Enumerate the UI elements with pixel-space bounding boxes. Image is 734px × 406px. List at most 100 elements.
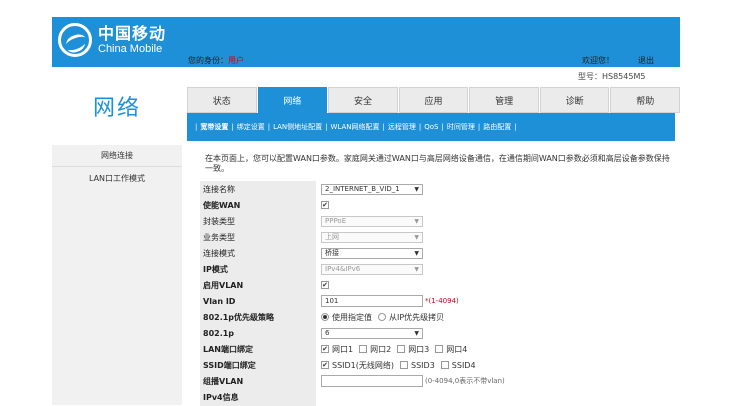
conn-mode-value: 桥接 <box>325 249 339 257</box>
lan-bind-label: LAN端口绑定 <box>203 344 253 354</box>
sub-nav: | 宽带设置 | 绑定设置 | LAN侧地址配置 | WLAN网络配置 | 远程… <box>187 113 675 141</box>
lan-port4-label: 网口4 <box>446 344 468 354</box>
ip-mode-select[interactable]: IPv4&IPv6 ▼ <box>321 263 423 275</box>
ssid3-label: SSID3 <box>411 360 435 370</box>
model-text: 型号：HS8545M5 <box>578 72 646 81</box>
form-row-encap: 封装类型 PPPoE ▼ <box>200 213 680 229</box>
subnav-item-wlan[interactable]: WLAN网络配置 <box>331 122 380 132</box>
encap-type-label: 封装类型 <box>203 216 235 226</box>
encap-type-select[interactable]: PPPoE ▼ <box>321 215 423 227</box>
service-type-label: 业务类型 <box>203 232 235 242</box>
ssid3-checkbox[interactable] <box>400 361 409 369</box>
brand-name-cn: 中国移动 <box>98 23 167 43</box>
tab-security[interactable]: 安全 <box>328 87 398 113</box>
connection-name-select[interactable]: 2_INTERNET_B_VID_1 ▼ <box>321 183 423 195</box>
priority-specified-radio[interactable] <box>321 313 329 321</box>
form-row-priority: 802.1p 6 ▼ <box>200 325 680 341</box>
priority-specified-label: 使用指定值 <box>332 312 372 322</box>
subnav-item-lan-address[interactable]: LAN侧地址配置 <box>273 122 322 132</box>
page-title: 网络 <box>92 95 141 121</box>
subnav-item-time[interactable]: 时间管理 <box>447 122 475 132</box>
priority-select[interactable]: 6 ▼ <box>321 327 423 339</box>
priority-label: 802.1p <box>203 328 235 338</box>
priority-copy-radio[interactable] <box>378 313 386 321</box>
chevron-down-icon: ▼ <box>414 249 419 257</box>
subnav-item-remote[interactable]: 远程管理 <box>388 122 416 132</box>
service-type-value: 上网 <box>325 233 339 241</box>
main-tabs: 状态 网络 安全 应用 管理 诊断 帮助 <box>187 87 681 113</box>
subnav-item-broadband[interactable]: 宽带设置 <box>200 122 228 132</box>
lan-port2-label: 网口2 <box>370 344 392 354</box>
ssid-bind-label: SSID端口绑定 <box>203 360 256 370</box>
form-row-priority-policy: 802.1p优先级策略 使用指定值 从IP优先级拷贝 <box>200 309 680 325</box>
left-menu: 网络连接 LAN口工作模式 <box>52 145 182 405</box>
form-row-vlan-id: Vlan ID 101 *(1-4094) <box>200 293 680 309</box>
form-row-ip-mode: IP模式 IPv4&IPv6 ▼ <box>200 261 680 277</box>
subnav-item-route[interactable]: 路由配置 <box>483 122 511 132</box>
form-row-service-type: 业务类型 上网 ▼ <box>200 229 680 245</box>
priority-value: 6 <box>325 329 330 337</box>
tab-diagnostics[interactable]: 诊断 <box>539 87 610 113</box>
ssid4-label: SSID4 <box>451 360 476 370</box>
conn-mode-select[interactable]: 桥接 ▼ <box>321 247 423 259</box>
lan-port2-checkbox[interactable] <box>359 345 368 353</box>
ip-mode-label: IP模式 <box>203 264 228 274</box>
ssid1-checkbox[interactable]: ✔ <box>321 361 329 369</box>
page-description: 在本页面上，您可以配置WAN口参数。家庭网关通过WAN口与高层网络设备通信，在通… <box>205 154 670 173</box>
enable-vlan-checkbox[interactable]: ✔ <box>321 281 329 289</box>
subnav-separator: | <box>325 123 328 131</box>
vlan-id-hint: *(1-4094) <box>425 297 459 305</box>
conn-mode-label: 连接模式 <box>203 248 235 258</box>
left-item-lan-mode[interactable]: LAN口工作模式 <box>52 167 182 189</box>
form-row-ipv4-info: IPv4信息 <box>200 389 680 405</box>
lan-port1-checkbox[interactable]: ✔ <box>321 345 329 353</box>
lan-port3-label: 网口3 <box>408 344 430 354</box>
form-row-multicast-vlan: 组播VLAN (0-4094,0表示不带vlan) <box>200 373 680 389</box>
vlan-id-input[interactable]: 101 <box>321 295 423 307</box>
brand-name-en: China Mobile <box>98 42 163 55</box>
priority-policy-label: 802.1p优先级策略 <box>203 312 275 322</box>
chevron-down-icon: ▼ <box>414 233 419 241</box>
service-type-select[interactable]: 上网 ▼ <box>321 231 423 243</box>
connection-name-label: 连接名称 <box>203 184 235 194</box>
multicast-vlan-input[interactable] <box>321 375 423 387</box>
form-row-enable-vlan: 启用VLAN ✔ <box>200 277 680 293</box>
chevron-down-icon: ▼ <box>414 217 419 225</box>
ssid1-label: SSID1(无线网络) <box>332 360 395 370</box>
page-title-box: 网络 <box>52 68 182 143</box>
encap-type-value: PPPoE <box>325 217 347 225</box>
tab-status[interactable]: 状态 <box>187 87 257 113</box>
subnav-separator: | <box>195 123 198 131</box>
chevron-down-icon: ▼ <box>414 265 419 273</box>
logout-link[interactable]: 退出 <box>638 55 654 66</box>
identity-text: 您的身份：用户 <box>188 55 244 66</box>
multicast-vlan-label: 组播VLAN <box>203 376 244 386</box>
subnav-item-binding[interactable]: 绑定设置 <box>237 122 265 132</box>
subnav-item-qos[interactable]: QoS <box>424 123 438 131</box>
china-mobile-logo-icon <box>58 23 92 57</box>
ssid4-checkbox[interactable] <box>440 361 449 369</box>
form-row-conn-mode: 连接模式 桥接 ▼ <box>200 245 680 261</box>
enable-wan-checkbox[interactable]: ✔ <box>321 201 329 209</box>
priority-copy-label: 从IP优先级拷贝 <box>389 312 445 322</box>
form-row-lan-bind: LAN端口绑定 ✔ 网口1 网口2 网口3 网口4 <box>200 341 680 357</box>
lan-port1-label: 网口1 <box>332 344 354 354</box>
identity-prefix: 您的身份： <box>188 56 228 65</box>
left-item-network-connection[interactable]: 网络连接 <box>52 145 182 167</box>
vlan-id-label: Vlan ID <box>203 296 236 306</box>
welcome-text: 欢迎您！ <box>582 56 614 65</box>
tab-help[interactable]: 帮助 <box>610 87 681 113</box>
enable-vlan-label: 启用VLAN <box>203 280 244 290</box>
tab-network[interactable]: 网络 <box>257 87 328 113</box>
subnav-separator: | <box>418 123 422 131</box>
lan-port3-checkbox[interactable] <box>397 345 406 353</box>
ip-mode-value: IPv4&IPv6 <box>325 265 361 273</box>
lan-port4-checkbox[interactable] <box>435 345 444 353</box>
subnav-separator: | <box>382 123 385 131</box>
form-row-enable-wan: 使能WAN ✔ <box>200 197 680 213</box>
subnav-separator: | <box>441 123 444 131</box>
subnav-separator: | <box>514 123 517 131</box>
tab-management[interactable]: 管理 <box>469 87 539 113</box>
tab-application[interactable]: 应用 <box>398 87 469 113</box>
form-row-connection-name: 连接名称 2_INTERNET_B_VID_1 ▼ <box>200 181 680 197</box>
